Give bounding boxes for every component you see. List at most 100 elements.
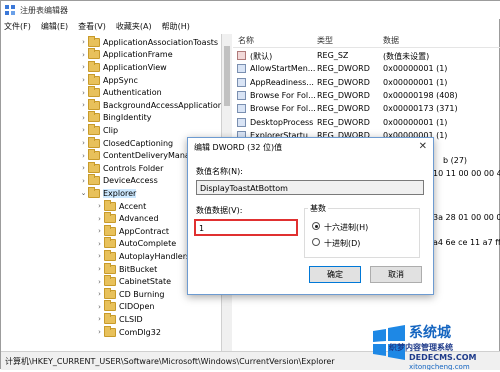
chevron-right-icon[interactable]: › [79,177,88,185]
tree-item[interactable]: › Advanced [95,212,159,225]
tree-item[interactable]: › CIDOpen [95,300,154,314]
chevron-down-icon[interactable]: ⌄ [79,189,88,197]
value-type: REG_SZ [317,51,349,60]
folder-icon [88,136,100,148]
folder-icon [88,111,100,123]
tree-item[interactable]: › Clip [79,123,118,137]
tree-item-label: BitBucket [119,264,158,274]
decimal-radio[interactable] [312,238,320,246]
tree-item-label: ApplicationFrame [103,50,173,60]
tree-item[interactable]: › ClosedCaptioning [79,136,174,150]
chevron-right-icon[interactable]: › [79,89,88,97]
folder-icon [104,287,116,299]
tree-item[interactable]: › AutoplayHandlers [95,249,190,263]
tree-item[interactable]: › BitBucket [95,262,158,276]
value-type: REG_DWORD [317,77,370,87]
tree-item-label: Advanced [119,214,159,224]
tree-item[interactable]: › ApplicationFrame [79,48,173,62]
value-row[interactable]: Browse For Fol... REG_DWORD 0x00000198 (40… [233,89,500,102]
tree-item[interactable]: ⌄ Explorer [79,186,137,200]
scrollbar-thumb[interactable] [224,46,230,106]
tree-item[interactable]: › BackgroundAccessApplications [79,98,222,112]
tree-item[interactable]: › AutoComplete [95,237,177,251]
tree-item[interactable]: › CabinetState [95,275,171,288]
chevron-right-icon[interactable]: › [95,328,104,336]
binary-value-icon [237,77,246,87]
cancel-button[interactable]: 取消 [370,266,422,283]
ok-button[interactable]: 确定 [309,266,361,283]
value-data: 0x00000173 (371) [383,104,458,114]
chevron-right-icon[interactable]: › [79,63,88,71]
chevron-right-icon[interactable]: › [95,278,104,286]
chevron-right-icon[interactable]: › [79,51,88,59]
list-header: 名称 类型 数据 [233,34,500,48]
chevron-right-icon[interactable]: › [79,152,88,160]
tree-item-label: Explorer [103,188,137,198]
value-data: 0x00000001 (1) [383,64,448,74]
base-group [304,208,420,258]
folder-icon [88,98,100,110]
tree-item[interactable]: › AppSync [79,73,138,87]
chevron-right-icon[interactable]: › [95,315,104,323]
value-name: Browse For Fol... [250,90,316,100]
tree-item-label: AutoComplete [119,239,177,249]
menu-view[interactable]: 查看(V) [78,21,106,32]
chevron-right-icon[interactable]: › [79,101,88,109]
value-row[interactable]: AppReadiness... REG_DWORD 0x00000001 (1) [233,76,500,89]
chevron-right-icon[interactable]: › [79,114,88,122]
tree-item[interactable]: › ComDlg32 [95,325,161,339]
chevron-right-icon[interactable]: › [79,38,88,46]
hex-radio[interactable] [312,222,320,230]
menu-favorites[interactable]: 收藏夹(A) [116,21,152,32]
svg-text:DEDECMS.COM: DEDECMS.COM [409,353,477,362]
tree-item[interactable]: › Authentication [79,86,162,99]
chevron-right-icon[interactable]: › [79,76,88,84]
folder-icon [104,249,116,261]
chevron-right-icon[interactable]: › [79,126,88,134]
chevron-right-icon[interactable]: › [79,139,88,147]
menu-help[interactable]: 帮助(H) [162,21,190,32]
tree-item-label: BackgroundAccessApplications [103,100,222,110]
folder-icon [88,186,100,198]
folder-icon [88,48,100,60]
chevron-right-icon[interactable]: › [95,215,104,223]
close-icon[interactable]: ✕ [419,141,427,152]
tree-item[interactable]: › BingIdentity [79,111,152,125]
tree-item-label: CLSID [119,314,143,324]
tree-item[interactable]: › CLSID [95,312,143,326]
tree-item[interactable]: › DeviceAccess [79,174,158,188]
chevron-right-icon[interactable]: › [95,252,104,260]
chevron-right-icon[interactable]: › [95,202,104,210]
column-data[interactable]: 数据 [383,35,399,46]
tree-item[interactable]: › ContentDeliveryManag [79,149,195,162]
chevron-right-icon[interactable]: › [95,240,104,248]
tree-item[interactable]: › AppContract [95,224,169,238]
chevron-right-icon[interactable]: › [95,303,104,311]
tree-item-label: Accent [119,201,147,211]
folder-icon [88,123,100,135]
tree-item[interactable]: › ApplicationAssociationToasts [79,35,218,49]
tree-item[interactable]: › Accent [95,199,147,213]
column-type[interactable]: 类型 [317,35,333,46]
chevron-right-icon[interactable]: › [95,227,104,235]
menu-file[interactable]: 文件(F) [4,21,31,32]
value-data-input[interactable]: 1 [194,219,298,236]
value-row[interactable]: DesktopProcess REG_DWORD 0x00000001 (1) [233,116,500,129]
chevron-right-icon[interactable]: › [95,265,104,273]
value-row[interactable]: Browse For Fol... REG_DWORD 0x00000173 (37… [233,102,500,115]
tree-item[interactable]: › CD Burning [95,287,164,301]
chevron-right-icon[interactable]: › [79,164,88,172]
tree-item[interactable]: › ApplicationView [79,60,167,74]
chevron-right-icon[interactable]: › [95,290,104,298]
value-row[interactable]: AllowStartMen... REG_DWORD 0x00000001 (1) [233,62,500,75]
folder-icon [104,262,116,274]
value-row[interactable]: (默认) REG_SZ (数值未设置) [233,49,500,62]
tree-item-label: ClosedCaptioning [103,138,174,148]
tree-item-label: ApplicationView [103,62,167,72]
decimal-label[interactable]: 十进制(D) [324,238,360,249]
tree-item[interactable]: › Controls Folder [79,161,163,175]
value-data-label: 数值数据(V): [196,206,243,215]
hex-label[interactable]: 十六进制(H) [324,222,368,233]
column-name[interactable]: 名称 [238,35,254,46]
menu-edit[interactable]: 编辑(E) [41,21,68,32]
